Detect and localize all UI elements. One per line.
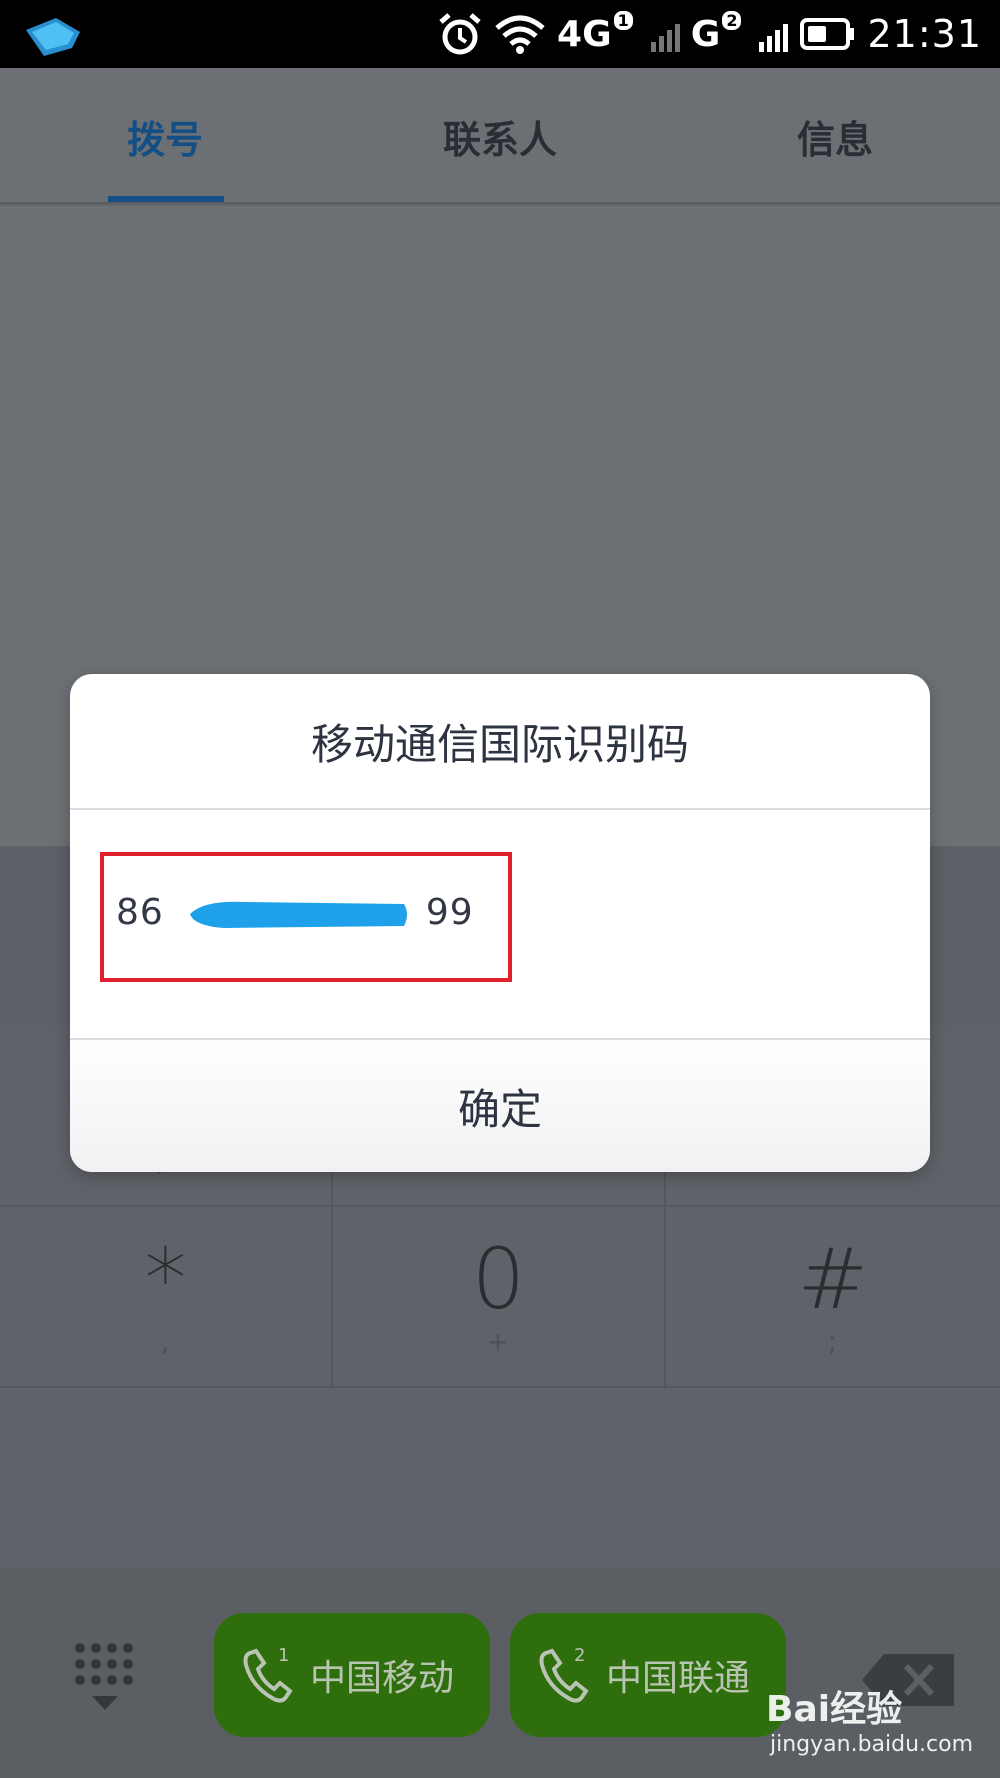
key-letters: ; [827, 1325, 839, 1358]
tab-contacts[interactable]: 联系人 [400, 68, 600, 204]
key-hash[interactable]: # ; [666, 1207, 1000, 1388]
key-digit: # [797, 1230, 869, 1328]
watermark-logo: Bai经验 [766, 1689, 903, 1730]
imei-highlight-box: 86 99 [100, 852, 512, 982]
network-type-sim2: G [690, 13, 721, 55]
baidu-jingyan-watermark: Bai经验 jingyan.baidu.com [766, 1680, 986, 1770]
svg-text:1: 1 [278, 1645, 289, 1666]
call-sim2-button[interactable]: 2 中国联通 [510, 1613, 786, 1737]
sim1-indicator: 1 [613, 10, 633, 30]
status-bar: 4G 1 G 2 21:31 [0, 0, 1000, 68]
key-digit: 0 [471, 1230, 526, 1328]
dialog-body: 86 99 [70, 810, 930, 1038]
key-0[interactable]: 0 + [333, 1207, 666, 1388]
key-star[interactable]: * , [0, 1207, 333, 1388]
app-notification-icon [26, 18, 80, 56]
dialpad-toggle-icon[interactable] [70, 1638, 140, 1718]
tab-bar: 拨号 联系人 信息 [0, 68, 1000, 204]
alarm-icon [439, 13, 481, 55]
imei-dialog: 移动通信国际识别码 86 99 确定 [70, 674, 930, 1172]
tab-messages[interactable]: 信息 [760, 68, 910, 204]
key-letters: , [160, 1325, 171, 1358]
signal-icon [759, 24, 789, 52]
watermark-url: jingyan.baidu.com [770, 1732, 974, 1757]
sim2-indicator: 2 [722, 10, 742, 30]
phone-sim1-icon: 1 [243, 1645, 293, 1703]
clock-time: 21:31 [867, 12, 982, 56]
key-letters: + [486, 1325, 511, 1358]
svg-text:2: 2 [574, 1645, 585, 1666]
dialog-title: 移动通信国际识别码 [310, 719, 689, 769]
imei-prefix: 86 [116, 892, 164, 933]
signal-icon [650, 24, 680, 52]
redaction-mark [190, 901, 407, 928]
key-digit: * [144, 1230, 187, 1328]
wifi-icon [495, 15, 545, 54]
network-type-sim1: 4G [557, 13, 612, 55]
call-sim2-label: 中国联通 [606, 1658, 751, 1699]
active-tab-indicator [108, 196, 224, 202]
ok-button[interactable]: 确定 [70, 1040, 930, 1172]
tab-dialer[interactable]: 拨号 [90, 68, 240, 204]
battery-icon [800, 18, 855, 50]
phone-sim2-icon: 2 [539, 1645, 589, 1703]
call-sim1-button[interactable]: 1 中国移动 [214, 1613, 490, 1737]
imei-suffix: 99 [425, 892, 474, 933]
call-sim1-label: 中国移动 [310, 1658, 455, 1699]
